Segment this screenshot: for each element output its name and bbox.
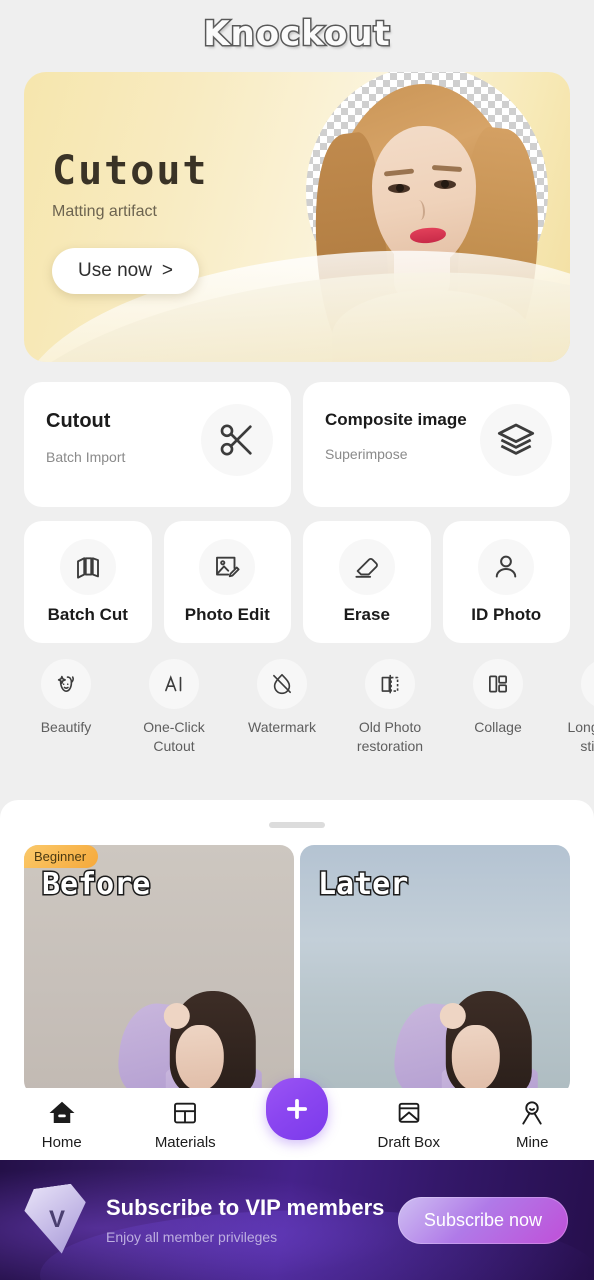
card-id-photo-label: ID Photo <box>471 605 542 624</box>
nav-item-materials[interactable]: Materials <box>124 1098 248 1151</box>
vip-gem-letter: V <box>48 1206 66 1234</box>
app-root: Knockout Cutout Matting artifact Use now… <box>0 0 594 1280</box>
ai-icon <box>149 659 199 709</box>
card-photo-edit[interactable]: Photo Edit <box>163 521 291 643</box>
before-model-photo <box>98 985 268 1095</box>
nav-item-mine[interactable]: Mine <box>471 1098 594 1151</box>
card-erase[interactable]: Erase <box>303 521 431 643</box>
strip-item-one-click-cutout-label: One-Click Cutout <box>143 719 205 754</box>
long-stitch-icon <box>581 659 594 709</box>
card-photo-edit-label: Photo Edit <box>184 605 270 624</box>
primary-tools-row: Cutout Batch Import Composite image Supe… <box>24 382 570 507</box>
card-batch-cut-label: Batch Cut <box>47 605 128 624</box>
nav-item-mine-label: Mine <box>515 1133 549 1151</box>
strip-item-old-photo-restoration-label: Old Photo restoration <box>356 719 424 754</box>
nav-item-materials-label: Materials <box>154 1133 216 1151</box>
strip-item-collage[interactable]: Collage <box>444 659 552 755</box>
strip-item-beautify[interactable]: Beautify <box>12 659 120 755</box>
card-cutout[interactable]: Cutout Batch Import <box>24 382 291 507</box>
hero-subtitle: Matting artifact <box>52 203 157 220</box>
create-fab-button[interactable] <box>266 1078 328 1140</box>
strip-item-long-picture-stitching-label: Long picture stitching <box>567 719 594 754</box>
secondary-tools-row: Batch Cut Photo Edit Erase ID Photo <box>24 521 570 643</box>
card-batch-cut[interactable]: Batch Cut <box>24 521 152 643</box>
strip-item-watermark[interactable]: Watermark <box>228 659 336 755</box>
feature-strip-scroller[interactable]: Beautify One-Click Cutout Watermark Old … <box>0 659 594 755</box>
card-composite-image[interactable]: Composite image Superimpose <box>303 382 570 507</box>
strip-item-old-photo-restoration[interactable]: Old Photo restoration <box>336 659 444 755</box>
person-outline-icon <box>517 1098 547 1128</box>
nav-item-draft-box-label: Draft Box <box>377 1133 441 1151</box>
vip-subtitle: Enjoy all member privileges <box>106 1229 278 1245</box>
nav-item-home[interactable]: Home <box>0 1098 124 1151</box>
person-icon <box>478 539 535 595</box>
strip-item-long-picture-stitching[interactable]: Long picture stitching <box>552 659 594 755</box>
status-badge: Beginner <box>24 845 99 868</box>
before-after-compare: Beginner Before Later <box>24 845 570 1095</box>
page-title: Knockout <box>202 13 392 56</box>
materials-grid-icon <box>170 1098 200 1128</box>
photo-edit-icon <box>199 539 256 595</box>
batch-cut-icon <box>59 539 116 595</box>
vip-title: Subscribe to VIP members <box>106 1195 385 1220</box>
strip-item-collage-label: Collage <box>474 719 522 735</box>
hero-text-block: Cutout Matting artifact <box>52 148 209 221</box>
vip-subscribe-banner[interactable]: V Subscribe to VIP members Enjoy all mem… <box>0 1160 594 1280</box>
chevron-right-icon: > <box>161 260 174 281</box>
old-photo-restore-icon <box>365 659 415 709</box>
bottom-navigation-bar: Home Materials Draft Box Mine <box>0 1078 594 1160</box>
layers-icon <box>480 404 552 476</box>
app-header: Knockout <box>0 0 594 68</box>
nav-item-home-label: Home <box>41 1133 82 1151</box>
strip-item-beautify-label: Beautify <box>40 719 92 735</box>
collage-grid-icon <box>473 659 523 709</box>
use-now-button[interactable]: Use now > <box>52 248 200 294</box>
home-icon <box>47 1098 77 1128</box>
before-pane[interactable]: Beginner Before <box>24 845 294 1095</box>
eraser-icon <box>338 539 395 595</box>
hero-banner-cutout[interactable]: Cutout Matting artifact Use now > <box>24 72 570 362</box>
watermark-off-icon <box>257 659 307 709</box>
plus-icon <box>282 1094 312 1124</box>
scissors-icon <box>201 404 273 476</box>
card-id-photo[interactable]: ID Photo <box>442 521 570 643</box>
subscribe-now-button[interactable]: Subscribe now <box>397 1196 568 1244</box>
before-label: Before <box>40 866 151 904</box>
strip-item-one-click-cutout[interactable]: One-Click Cutout <box>120 659 228 755</box>
beautify-face-icon <box>41 659 91 709</box>
nav-item-draft-box[interactable]: Draft Box <box>347 1098 471 1151</box>
later-model-photo <box>374 985 544 1095</box>
fab-slot <box>247 1078 347 1160</box>
card-erase-label: Erase <box>343 605 390 624</box>
later-pane[interactable]: Later <box>300 845 570 1095</box>
draft-box-icon <box>394 1098 424 1128</box>
strip-item-watermark-label: Watermark <box>248 719 316 735</box>
sheet-drag-handle[interactable] <box>269 822 325 828</box>
later-label: Later <box>316 866 409 904</box>
use-now-label: Use now <box>78 260 152 281</box>
hero-title: Cutout <box>52 148 209 194</box>
vip-text-block: Subscribe to VIP members Enjoy all membe… <box>106 1195 384 1245</box>
